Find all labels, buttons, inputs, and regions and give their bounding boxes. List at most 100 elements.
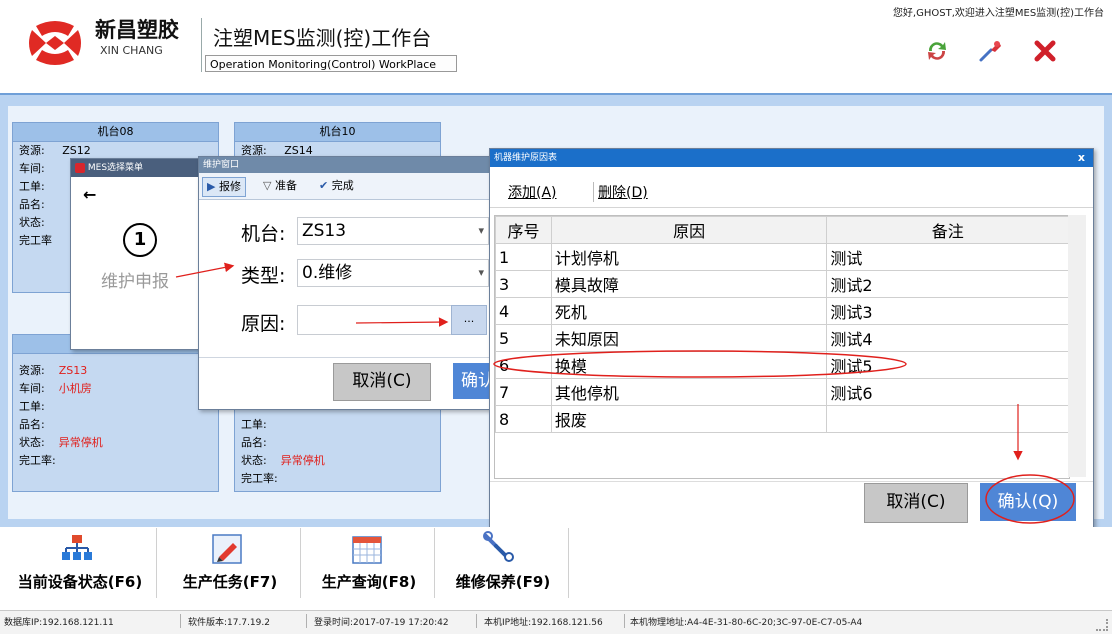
vertical-scrollbar[interactable] [1068,215,1086,477]
app-title: 注塑MES监测(控)工作台 [213,26,432,50]
table-header-row: 序号 原因 备注 [495,216,1069,244]
field-label: 品名: [19,418,45,431]
reason-input[interactable] [297,305,453,335]
cancel-button[interactable]: 取消(C) [333,363,431,401]
table-cell: 报废 [550,405,828,433]
settings-button[interactable] [975,36,1005,66]
table-cell [826,405,1069,433]
confirm-button[interactable]: 确认(Q) [980,483,1076,521]
chevron-right-icon: ▶ [207,180,216,193]
brand-name: 新昌塑胶 [95,18,179,42]
cancel-button[interactable]: 取消(C) [864,483,968,523]
field-label: 状态: [241,454,267,467]
logo-icon [29,21,81,65]
delete-button[interactable]: 删除(D) [593,182,648,202]
table-cell: 1 [495,243,552,271]
table-cell: 测试6 [826,378,1069,406]
type-select[interactable]: 0.维修 ▾ [297,259,489,287]
table-row[interactable]: 1 计划停机 测试 [495,243,1069,271]
status-separator [180,614,181,628]
field-label: 状态: [19,216,45,229]
table-cell: 未知原因 [550,324,828,352]
field-label: 完工率 [19,234,52,247]
table-cell: 测试4 [826,324,1069,352]
status-db-ip: 数据库IP:192.168.121.11 [4,618,114,628]
app-header: 新昌塑胶 XIN CHANG 注塑MES监测(控)工作台 Operation M… [0,0,1112,93]
field-label: 车间: [19,382,45,395]
step-number-badge: 1 [123,223,157,257]
field-label: 状态: [19,436,45,449]
table-row[interactable]: 6 换模 测试5 [495,351,1069,379]
menu-item-repair-report[interactable]: 维护申报 [101,267,169,292]
nav-label: 当前设备状态(F6) [17,573,143,591]
table-cell: 其他停机 [550,378,828,406]
machine-card-title: 机台08 [13,123,218,142]
table-row[interactable]: 8 报废 [495,405,1069,433]
machine-card-title: 机台10 [235,123,440,142]
reason-label: 原因: [241,313,286,335]
field-label: 工单: [19,400,45,413]
column-header[interactable]: 备注 [826,216,1069,244]
app-logo-icon [75,162,85,173]
status-version: 软件版本:17.7.19.2 [188,618,270,628]
table-cell: 换模 [550,351,828,379]
field-value: ZS12 [62,144,91,157]
app-subtitle: Operation Monitoring(Control) WorkPlace [205,55,457,72]
table-cell: 3 [495,270,552,298]
refresh-button[interactable] [922,36,952,66]
tab-label: 完成 [331,179,354,192]
close-icon[interactable]: x [1078,149,1085,167]
table-cell: 测试5 [826,351,1069,379]
status-separator [306,614,307,628]
tab-complete[interactable]: ✔ 完成 [315,177,358,195]
tab-label: 准备 [274,179,297,192]
add-button[interactable]: 添加(A) [508,182,557,202]
column-header[interactable]: 原因 [550,216,828,244]
chevron-down-icon: ▾ [478,224,484,237]
table-cell: 4 [495,297,552,325]
field-value: ZS13 [58,364,88,377]
back-arrow-icon[interactable]: ← [83,185,96,204]
tab-label: 报修 [218,180,241,193]
reason-table: 序号 原因 备注 1 计划停机 测试 3 模具故障 测试2 4 死机 测试3 5 未知原因 测试4 6 换… [495,216,1069,433]
status-separator [476,614,477,628]
divider [199,357,495,358]
status-value: 异常停机 [58,436,103,449]
nav-device-status[interactable]: 当前设备状态(F6) [4,528,157,598]
status-bar: 数据库IP:192.168.121.11 软件版本:17.7.19.2 登录时间… [0,610,1112,634]
machine-select[interactable]: ZS13 ▾ [297,217,489,245]
wrench-icon [483,531,514,562]
mes-menu-dialog: MES选择菜单 ← 1 维护申报 [70,158,206,350]
exit-button[interactable] [1030,36,1060,66]
dialog-title: 维护窗口 [203,160,240,170]
dialog-titlebar: 机器维护原因表 x [490,149,1093,167]
table-cell: 测试 [826,243,1069,271]
column-header[interactable]: 序号 [495,216,552,244]
browse-reason-button[interactable]: ... [451,305,487,335]
field-label: 完工率: [241,472,278,485]
table-row[interactable]: 5 未知原因 测试4 [495,324,1069,352]
resize-grip[interactable] [1096,619,1108,631]
status-local-ip: 本机IP地址:192.168.121.56 [484,618,603,628]
tab-prepare[interactable]: ▽ 准备 [259,177,301,195]
nav-maintenance[interactable]: 维修保养(F9) [438,528,569,598]
field-value: 小机房 [58,382,92,395]
dialog-titlebar: 维护窗口 [199,157,495,173]
nav-production-task[interactable]: 生产任务(F7) [160,528,301,598]
field-label: 完工率: [19,454,56,467]
table-cell: 测试3 [826,297,1069,325]
machine-card[interactable]: 资源: ZS13 车间: 小机房 工单: 品名: 状态: 异常停机 完工率: [12,334,219,492]
repair-window: 维护窗口 ▶ 报修 ▽ 准备 ✔ 完成 机台: ZS13 ▾ 类型: 0.维修 … [198,156,503,410]
table-row[interactable]: 3 模具故障 测试2 [495,270,1069,298]
table-row[interactable]: 7 其他停机 测试6 [495,378,1069,406]
welcome-text: 您好,GHOST,欢迎进入注塑MES监测(控)工作台 [892,8,1104,19]
table-row[interactable]: 4 死机 测试3 [495,297,1069,325]
nav-label: 生产查询(F8) [321,573,417,591]
dialog-title: 机器维护原因表 [494,153,558,163]
add-button-label: 添加(A) [508,185,557,201]
dialog-title: MES选择菜单 [87,163,144,173]
brand-subtitle: XIN CHANG [100,44,163,57]
nav-production-query[interactable]: 生产查询(F8) [304,528,435,598]
network-icon [62,535,92,560]
tab-report[interactable]: ▶ 报修 [202,177,246,197]
